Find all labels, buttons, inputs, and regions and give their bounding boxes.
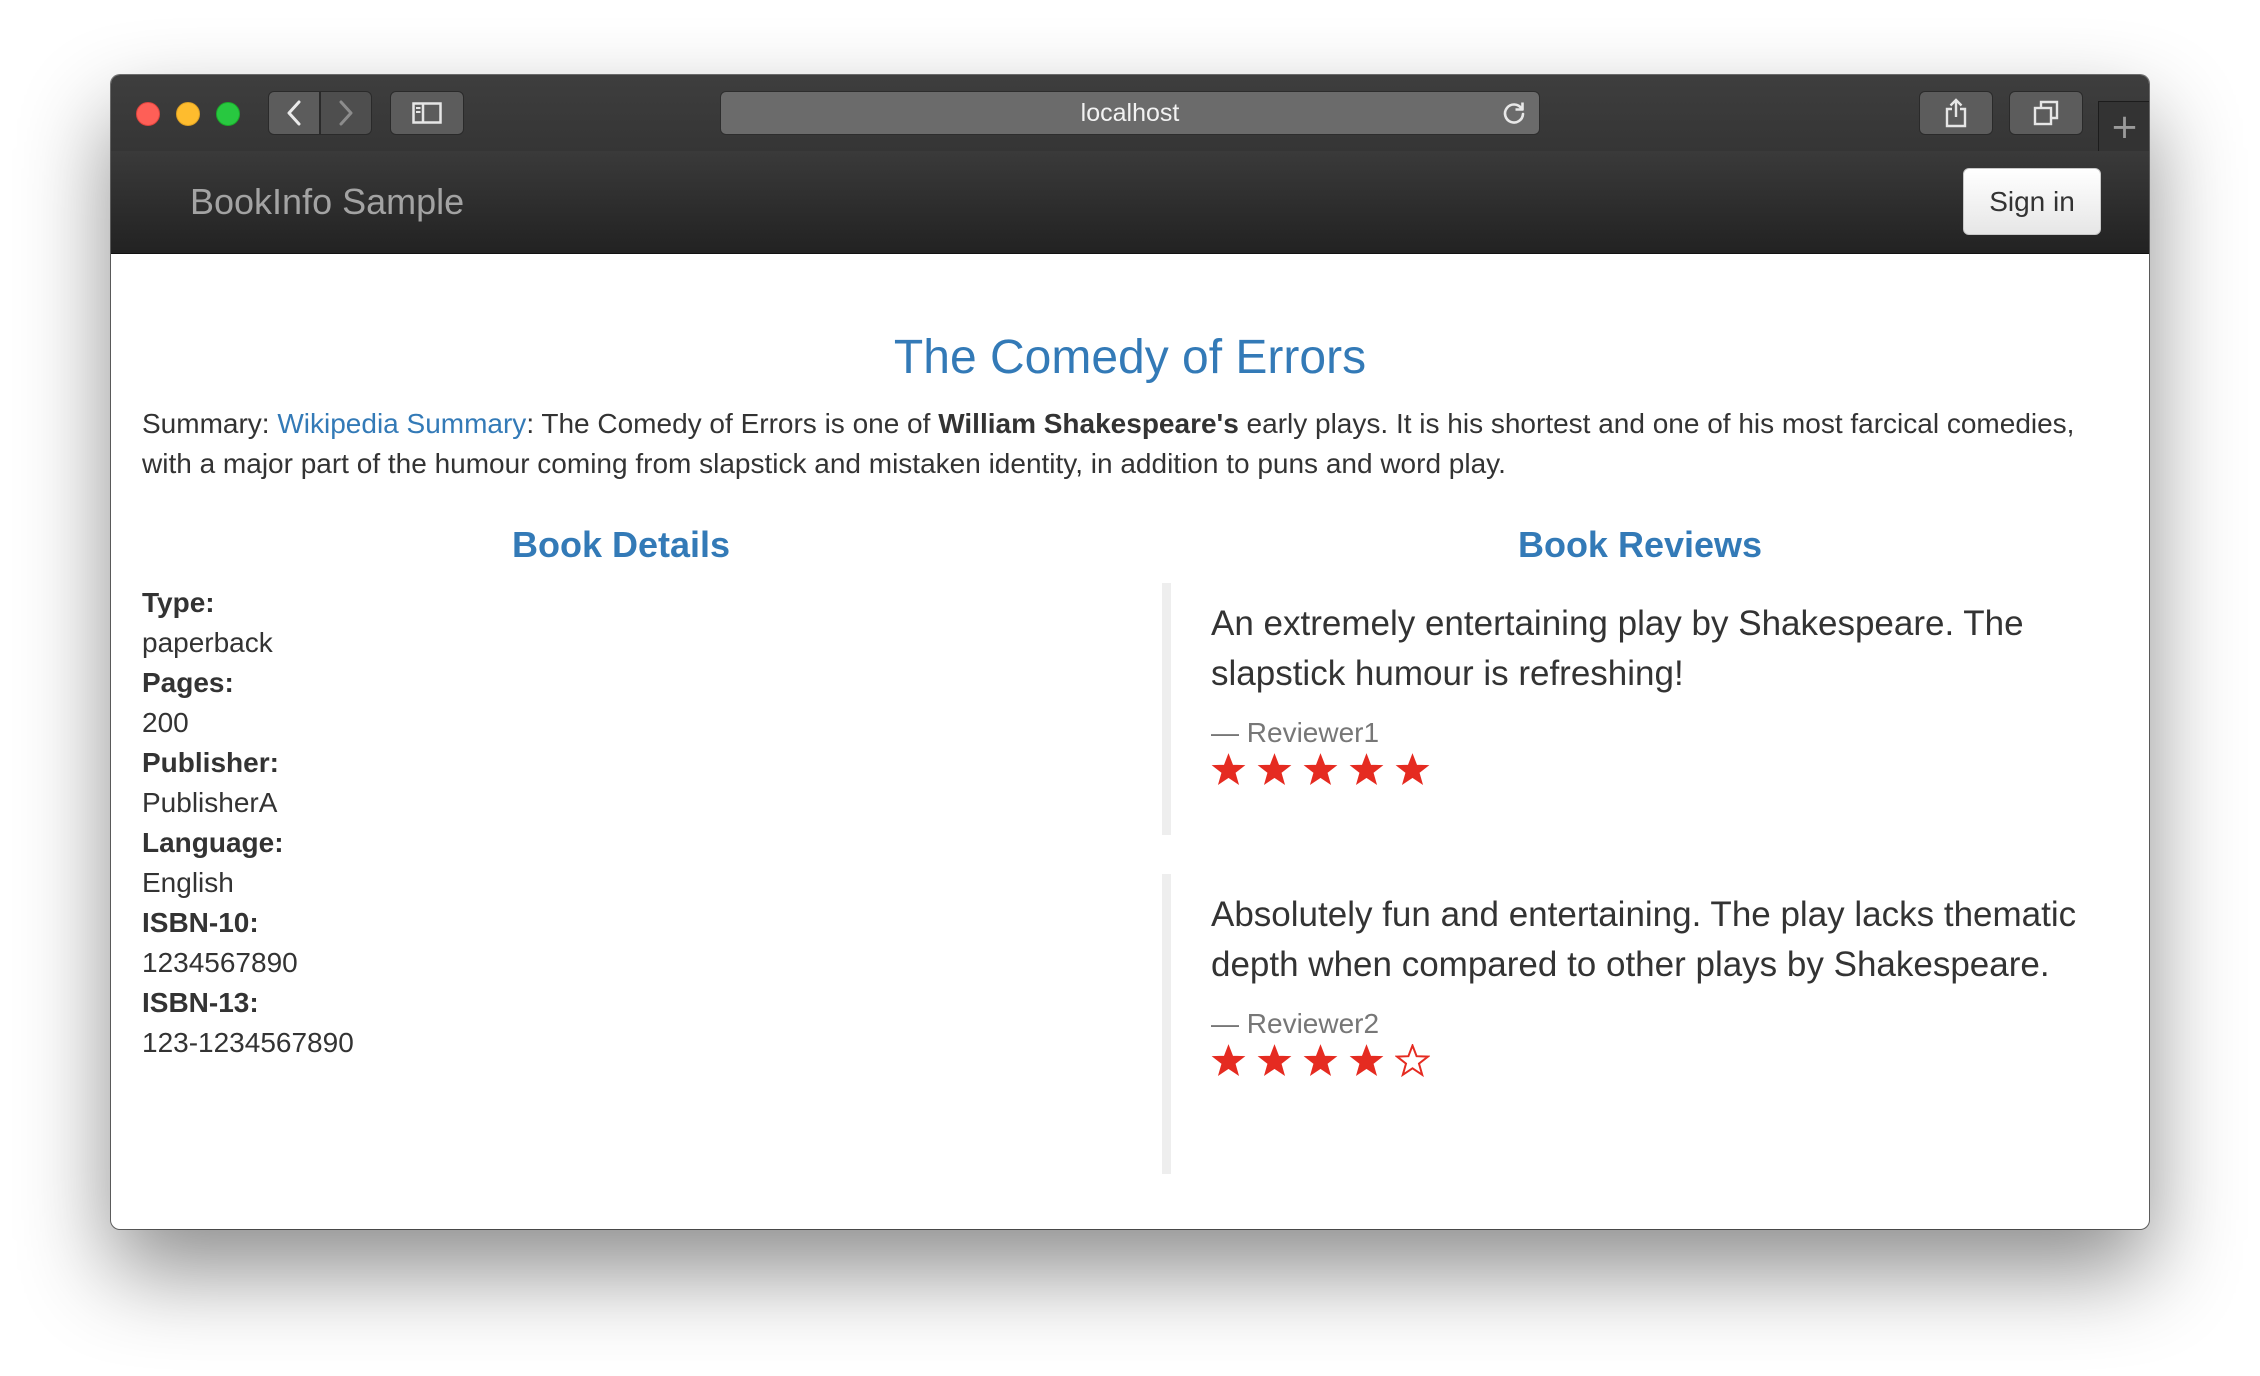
book-summary: Summary: Wikipedia Summary: The Comedy o… — [142, 404, 2132, 484]
review-text: Absolutely fun and entertaining. The pla… — [1211, 895, 2077, 984]
book-title: The Comedy of Errors — [893, 331, 1367, 384]
summary-label: Summary: — [142, 408, 278, 439]
sign-in-button[interactable]: Sign in — [1963, 168, 2101, 235]
summary-author: William Shakespeare's — [938, 408, 1239, 439]
detail-value-isbn13: 123-1234567890 — [142, 1027, 354, 1058]
browser-toolbar: localhost + — [111, 75, 2149, 152]
book-details-list: Type: paperback Pages: 200 Publisher: Pu… — [142, 583, 1042, 1063]
detail-value-isbn10: 1234567890 — [142, 947, 298, 978]
minimize-window-button[interactable] — [176, 102, 200, 126]
new-tab-button[interactable]: + — [2098, 101, 2149, 152]
site-navbar: BookInfo Sample Sign in — [111, 151, 2149, 254]
forward-button[interactable] — [320, 91, 372, 135]
review-item: An extremely entertaining play by Shakes… — [1162, 583, 2102, 835]
detail-label-type: Type: — [142, 587, 215, 618]
detail-value-type: paperback — [142, 627, 273, 658]
back-icon — [287, 100, 301, 126]
detail-label-isbn10: ISBN-10: — [142, 907, 259, 938]
summary-text-start: : The Comedy of Errors is one of — [526, 408, 939, 439]
star-filled-icon — [1257, 753, 1292, 785]
reviewer-name: — Reviewer2 — [1211, 1008, 1380, 1039]
share-button[interactable] — [1919, 91, 1993, 135]
star-filled-icon — [1349, 753, 1384, 785]
star-filled-icon — [1349, 1044, 1384, 1076]
sidebar-toggle-button[interactable] — [390, 91, 464, 135]
review-text: An extremely entertaining play by Shakes… — [1211, 604, 2024, 693]
book-details-heading: Book Details — [511, 524, 731, 565]
star-filled-icon — [1211, 1044, 1246, 1076]
star-filled-icon — [1395, 753, 1430, 785]
review-item: Absolutely fun and entertaining. The pla… — [1162, 874, 2102, 1174]
detail-label-publisher: Publisher: — [142, 747, 279, 778]
reviewer-name: — Reviewer1 — [1211, 717, 1380, 748]
detail-label-pages: Pages: — [142, 667, 234, 698]
page-content: The Comedy of Errors Summary: Wikipedia … — [111, 254, 2149, 1229]
star-filled-icon — [1211, 753, 1246, 785]
close-window-button[interactable] — [136, 102, 160, 126]
book-reviews-heading: Book Reviews — [1517, 524, 1763, 565]
star-empty-icon — [1395, 1044, 1430, 1078]
sidebar-icon — [412, 102, 442, 124]
back-button[interactable] — [268, 91, 320, 135]
detail-value-language: English — [142, 867, 234, 898]
zoom-window-button[interactable] — [216, 102, 240, 126]
star-filled-icon — [1257, 1044, 1292, 1076]
url-text: localhost — [1080, 98, 1180, 127]
star-rating — [1211, 753, 2102, 788]
detail-label-language: Language: — [142, 827, 284, 858]
star-filled-icon — [1303, 1044, 1338, 1076]
detail-label-isbn13: ISBN-13: — [142, 987, 259, 1018]
browser-window: localhost + BookInfo Sample Sign in The … — [111, 75, 2149, 1229]
detail-value-pages: 200 — [142, 707, 189, 738]
share-icon — [1945, 98, 1967, 128]
address-bar[interactable]: localhost — [720, 91, 1540, 135]
plus-icon: + — [2110, 107, 2139, 147]
forward-icon — [339, 100, 353, 126]
wikipedia-summary-link[interactable]: Wikipedia Summary — [277, 408, 526, 439]
tabs-icon — [2033, 100, 2059, 126]
star-rating — [1211, 1044, 2102, 1079]
reload-icon[interactable] — [1501, 100, 1527, 126]
brand-link[interactable]: BookInfo Sample — [190, 151, 464, 253]
show-tabs-button[interactable] — [2009, 91, 2083, 135]
star-filled-icon — [1303, 753, 1338, 785]
detail-value-publisher: PublisherA — [142, 787, 278, 818]
